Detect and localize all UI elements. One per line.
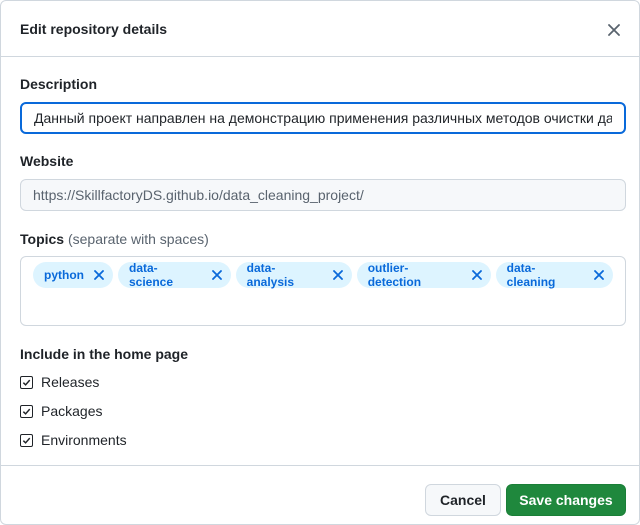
topics-label-text: Topics <box>20 231 65 247</box>
save-changes-button[interactable]: Save changes <box>506 484 626 516</box>
topics-input[interactable]: python data-science data-analysis outlier-d… <box>20 256 626 326</box>
releases-checkbox[interactable] <box>20 375 33 389</box>
checkmark-icon <box>22 408 31 415</box>
description-label: Description <box>20 76 98 92</box>
topic-label: data-science <box>129 261 174 289</box>
dialog-header: Edit repository details <box>1 1 639 57</box>
cancel-button[interactable]: Cancel <box>425 484 501 516</box>
topic-chip[interactable]: python <box>33 262 113 288</box>
remove-topic-x-icon[interactable] <box>93 269 105 281</box>
topics-hint: (separate with spaces) <box>67 231 209 247</box>
remove-topic-x-icon[interactable] <box>471 269 483 281</box>
topic-label: data-analysis <box>246 261 295 289</box>
edit-repository-dialog: Edit repository details Description Webs… <box>0 0 640 525</box>
dialog-title: Edit repository details <box>20 21 168 37</box>
releases-label: Releases <box>41 374 100 390</box>
packages-checkbox[interactable] <box>20 404 33 418</box>
close-icon <box>608 24 620 36</box>
checkmark-icon <box>22 437 31 444</box>
topics-label: Topics (separate with spaces) <box>20 231 209 247</box>
packages-option[interactable]: Packages <box>20 403 102 419</box>
home-page-label: Include in the home page <box>20 346 189 362</box>
remove-topic-x-icon[interactable] <box>211 269 223 281</box>
close-button[interactable] <box>603 19 625 41</box>
topic-chip[interactable]: data-analysis <box>235 261 352 289</box>
remove-topic-x-icon[interactable] <box>332 269 344 281</box>
environments-checkbox[interactable] <box>20 433 33 447</box>
website-input[interactable]: https://SkillfactoryDS.github.io/data_cl… <box>20 179 626 211</box>
topic-chip[interactable]: outlier-detection <box>356 261 491 289</box>
releases-option[interactable]: Releases <box>20 374 99 390</box>
website-label: Website <box>20 153 74 169</box>
environments-label: Environments <box>41 432 127 448</box>
topic-label: outlier-detection <box>367 261 422 289</box>
description-input[interactable] <box>20 102 626 134</box>
checkmark-icon <box>22 379 31 386</box>
topic-label: python <box>44 268 84 282</box>
dialog-footer: Cancel Save changes <box>1 465 639 524</box>
topic-chip[interactable]: data-cleaning <box>495 261 613 289</box>
topic-chip[interactable]: data-science <box>118 261 231 289</box>
remove-topic-x-icon[interactable] <box>593 269 605 281</box>
topics-list: python data-science data-analysis outlier-d… <box>33 261 613 289</box>
packages-label: Packages <box>41 403 103 419</box>
topic-label: data-cleaning <box>506 261 556 289</box>
environments-option[interactable]: Environments <box>20 432 127 448</box>
